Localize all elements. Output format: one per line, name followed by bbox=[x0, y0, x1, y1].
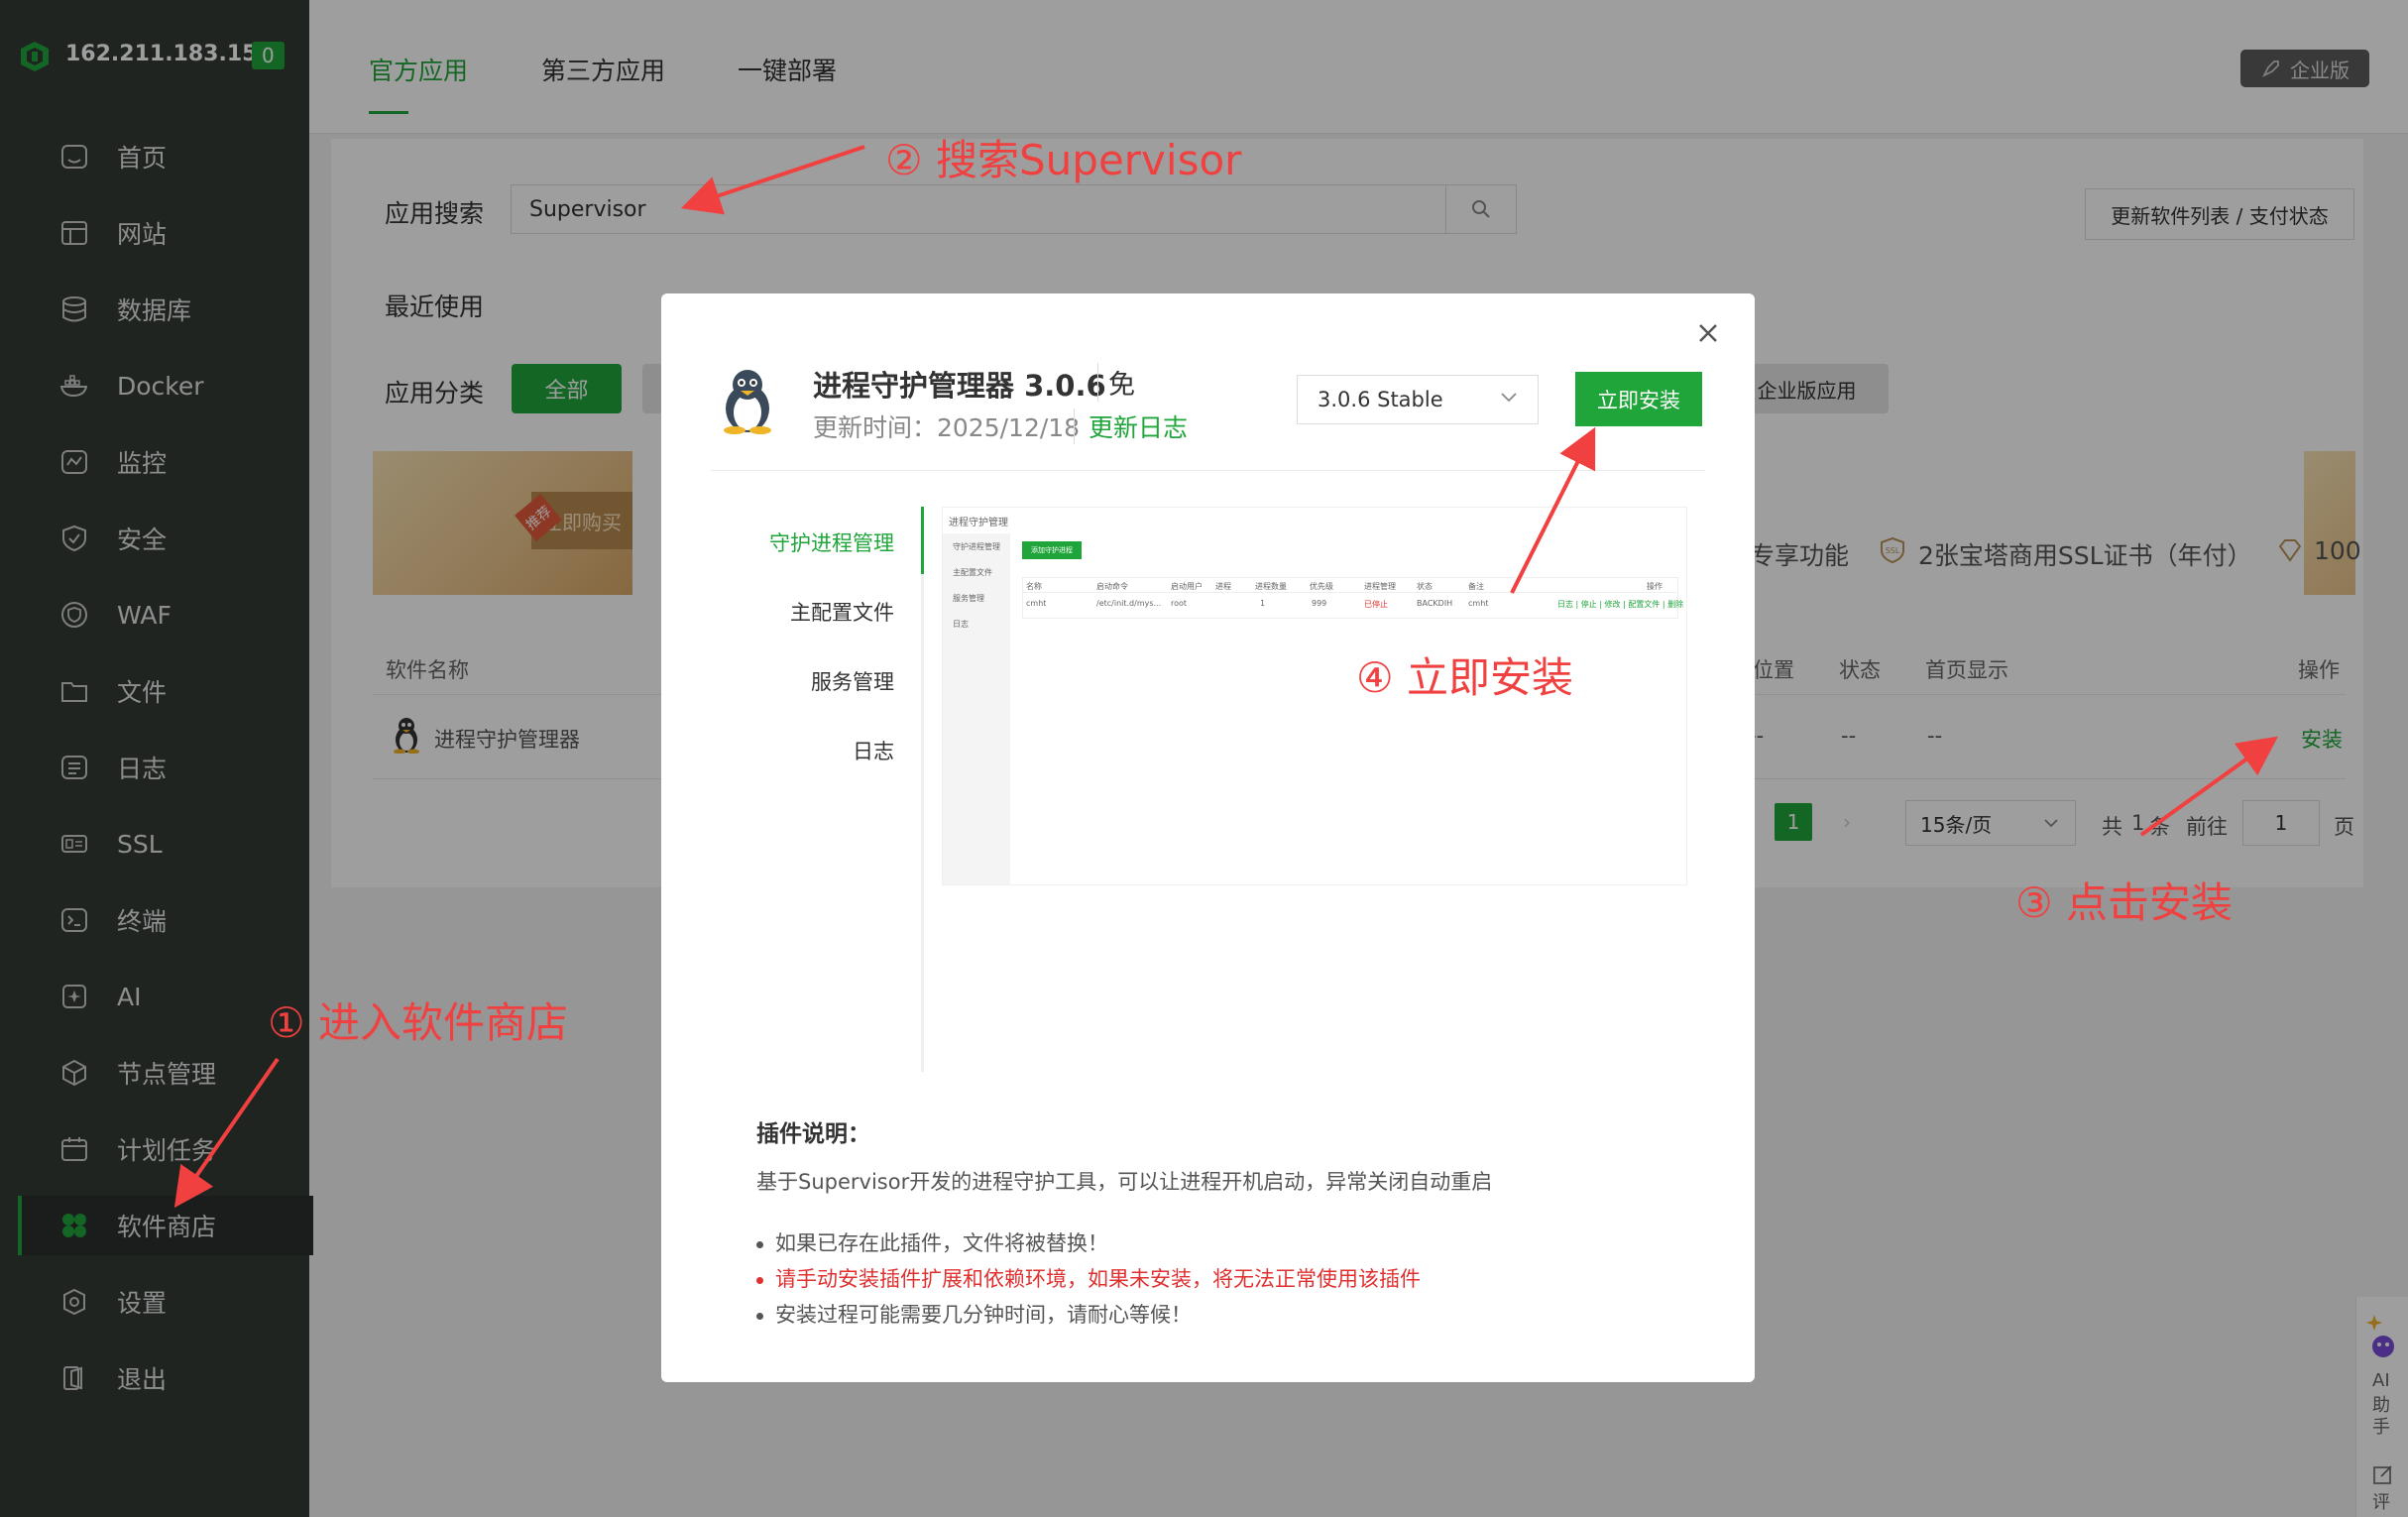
nav-active-indicator bbox=[921, 507, 924, 574]
preview-td: BACKDIH bbox=[1417, 599, 1453, 608]
preview-side-item: 服务管理 bbox=[953, 594, 984, 603]
nav-service-management[interactable]: 服务管理 bbox=[696, 666, 894, 696]
nav-logs[interactable]: 日志 bbox=[696, 736, 894, 765]
chevron-down-icon bbox=[1501, 393, 1517, 403]
install-now-button[interactable]: 立即安装 bbox=[1575, 372, 1702, 426]
plugin-preview-screenshot: 进程守护管理 守护进程管理 主配置文件 服务管理 日志 添加守护进程 名称 启动… bbox=[942, 507, 1687, 885]
tux-icon bbox=[724, 370, 771, 434]
note-text: 安装过程可能需要几分钟时间，请耐心等候！ bbox=[775, 1303, 1192, 1327]
preview-th: 优先级 bbox=[1310, 582, 1333, 591]
plugin-desc-title: 插件说明： bbox=[756, 1121, 870, 1147]
preview-sidebar: 守护进程管理 主配置文件 服务管理 日志 bbox=[943, 533, 1010, 884]
preview-th: 进程数量 bbox=[1255, 582, 1287, 591]
note-text: 请手动安装插件扩展和依赖环境，如果未安装，将无法正常使用该插件 bbox=[775, 1267, 1421, 1291]
preview-td: 日志 | 停止 | 修改 | 配置文件 | 删除 bbox=[1557, 600, 1684, 609]
annotation-step2: ② 搜索Supervisor bbox=[885, 136, 1242, 184]
bullet-dot bbox=[756, 1276, 763, 1284]
preview-td: /etc/init.d/mys... bbox=[1096, 599, 1162, 608]
preview-th: 名称 bbox=[1026, 582, 1042, 591]
version-value: 3.0.6 Stable bbox=[1318, 388, 1443, 411]
preview-th: 进程 bbox=[1215, 582, 1231, 591]
preview-td: 999 bbox=[1312, 599, 1327, 608]
annotation-step4: ④ 立即安装 bbox=[1356, 653, 1574, 702]
preview-add-button: 添加守护进程 bbox=[1022, 541, 1082, 559]
note-item: 如果已存在此插件，文件将被替换！ bbox=[756, 1227, 1108, 1257]
update-time: 更新时间：2025/12/18 bbox=[813, 413, 1081, 442]
close-icon[interactable] bbox=[1688, 313, 1728, 353]
nav-main-config[interactable]: 主配置文件 bbox=[696, 597, 894, 627]
preview-td: cmht bbox=[1026, 599, 1047, 608]
preview-table-divider bbox=[1022, 592, 1676, 593]
bullet-dot bbox=[756, 1312, 763, 1320]
preview-th: 备注 bbox=[1468, 582, 1484, 591]
nav-daemon-management[interactable]: 守护进程管理 bbox=[696, 527, 894, 557]
preview-th: 操作 bbox=[1647, 582, 1663, 591]
nav-divider bbox=[921, 507, 924, 1072]
plugin-description: 基于Supervisor开发的进程守护工具，可以让进程开机启动，异常关闭自动重启 bbox=[756, 1170, 1493, 1194]
preview-title: 进程守护管理 bbox=[949, 518, 1008, 528]
plugin-install-dialog: 进程守护管理器 3.0.6 免 更新时间：2025/12/18 更新日志 3.0… bbox=[661, 293, 1755, 1382]
preview-td: 已停止 bbox=[1364, 600, 1388, 609]
preview-side-item: 主配置文件 bbox=[953, 568, 992, 577]
version-select[interactable]: 3.0.6 Stable bbox=[1297, 375, 1539, 424]
note-item-warning: 请手动安装插件扩展和依赖环境，如果未安装，将无法正常使用该插件 bbox=[756, 1263, 1421, 1293]
plugin-title: 进程守护管理器 3.0.6 bbox=[813, 369, 1106, 403]
changelog-link[interactable]: 更新日志 bbox=[1074, 408, 1188, 444]
bullet-dot bbox=[756, 1240, 763, 1248]
header-divider bbox=[711, 470, 1705, 471]
note-item: 安装过程可能需要几分钟时间，请耐心等候！ bbox=[756, 1299, 1192, 1329]
free-badge: 免 bbox=[1097, 363, 1135, 402]
preview-td: 1 bbox=[1260, 599, 1266, 608]
preview-th: 进程管理 bbox=[1364, 582, 1396, 591]
note-text: 如果已存在此插件，文件将被替换！ bbox=[775, 1231, 1108, 1255]
annotation-step1: ① 进入软件商店 bbox=[268, 998, 569, 1047]
preview-side-item: 日志 bbox=[953, 620, 969, 629]
preview-th: 状态 bbox=[1417, 582, 1433, 591]
annotation-step3: ③ 点击安装 bbox=[2015, 878, 2234, 927]
preview-th: 启动用户 bbox=[1171, 582, 1203, 591]
preview-side-item: 守护进程管理 bbox=[953, 542, 1000, 551]
preview-td: cmht bbox=[1468, 599, 1489, 608]
preview-th: 启动命令 bbox=[1096, 582, 1128, 591]
preview-td: root bbox=[1171, 599, 1188, 608]
